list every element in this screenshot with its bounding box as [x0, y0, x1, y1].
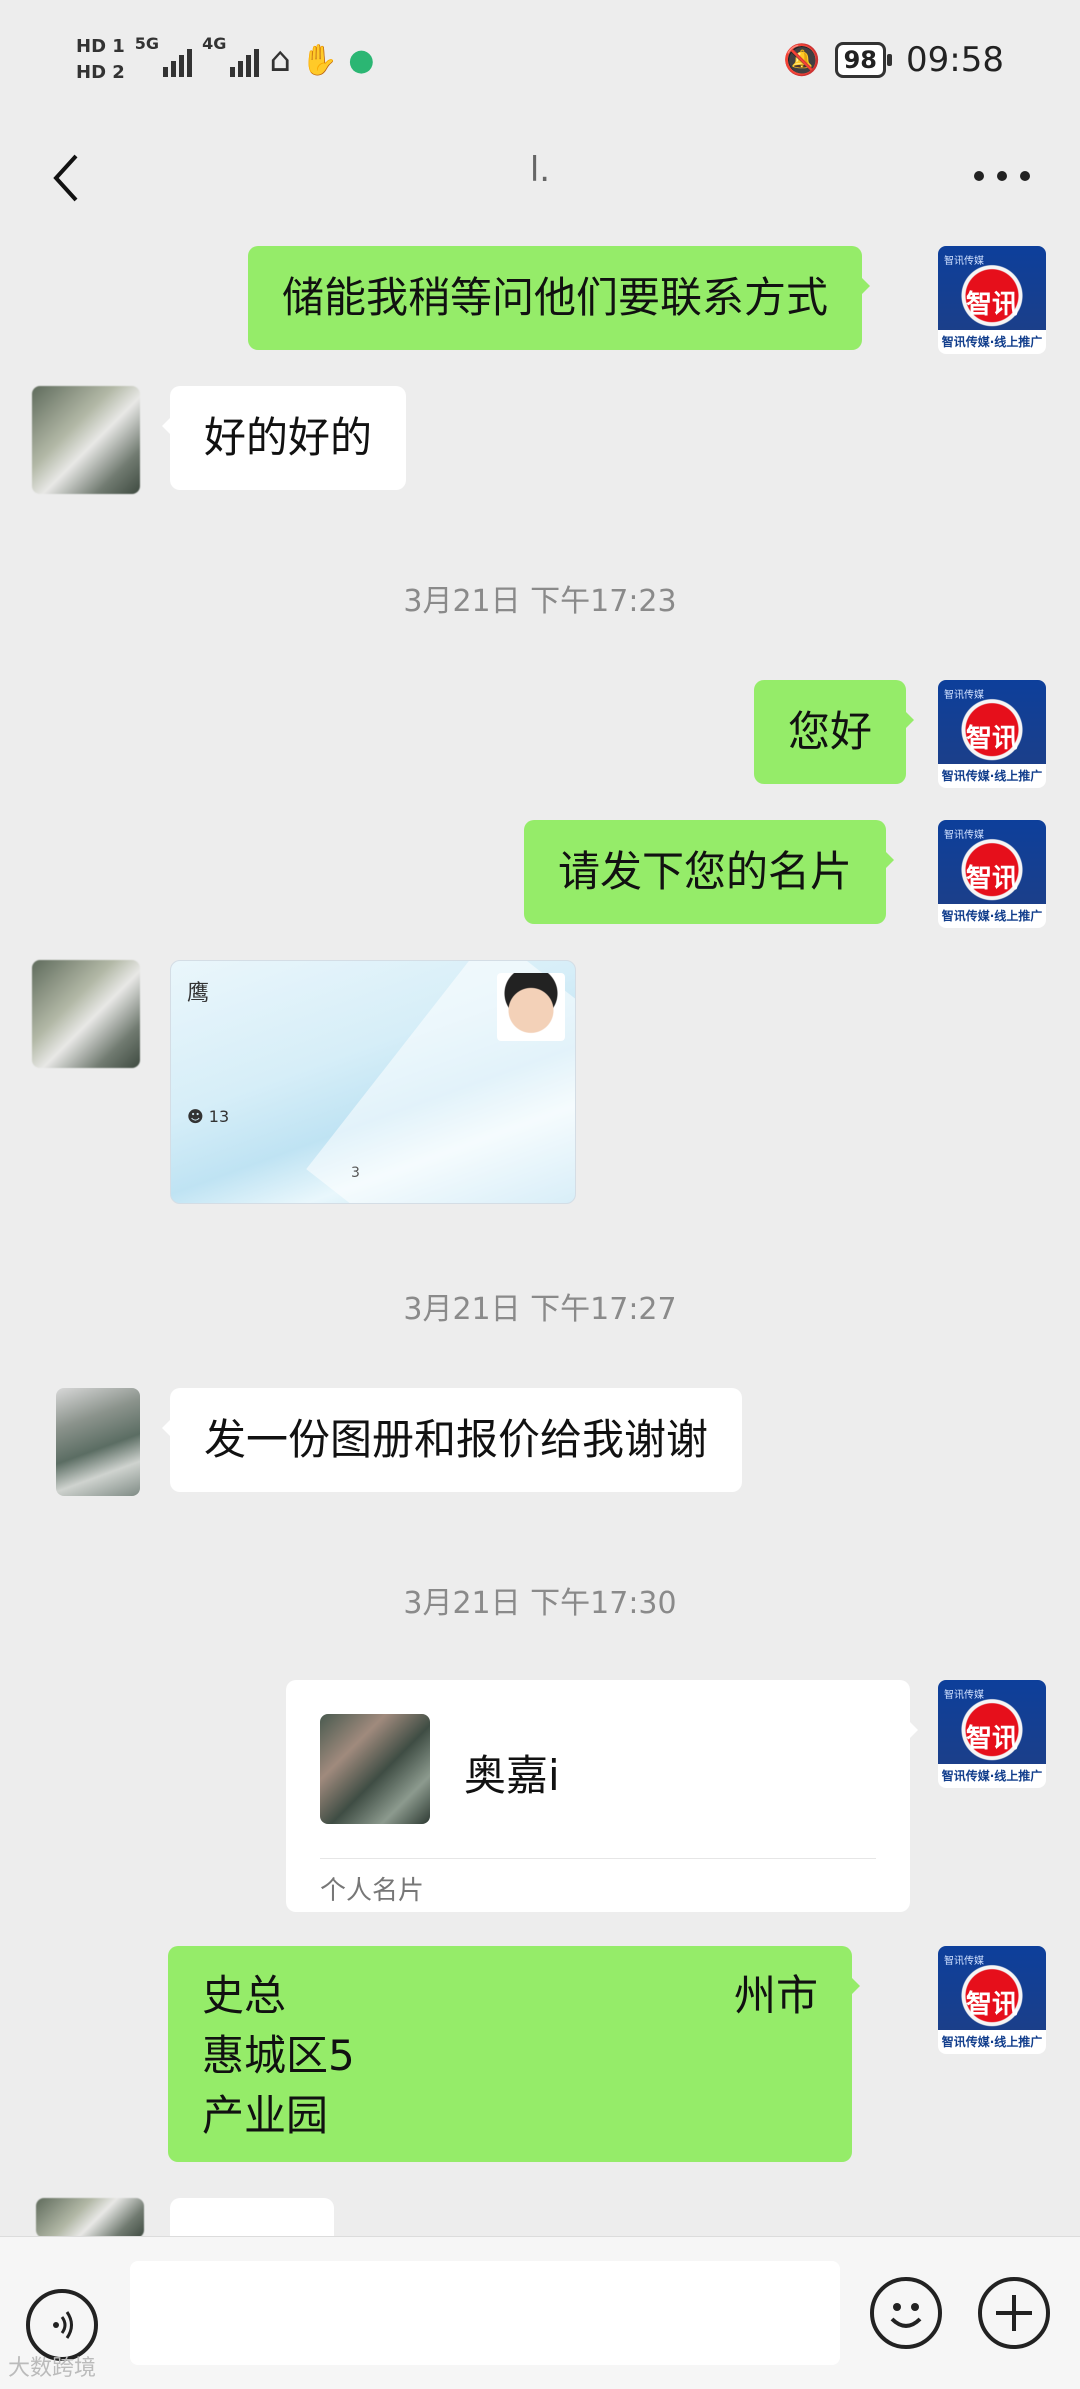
clock: 09:58 — [906, 40, 1004, 80]
avatar-top-text: 智讯传媒 — [944, 690, 984, 701]
avatar-top-text: 智讯传媒 — [944, 830, 984, 841]
message-bubble-other[interactable]: 发一份图册和报价给我谢谢 — [161, 1388, 743, 1492]
chat-title: l. — [529, 150, 551, 190]
avatar-tag-text: 智讯传媒·线上推广 — [941, 909, 1043, 923]
chevron-left-icon[interactable] — [42, 138, 92, 218]
watermark: 大数跨境 — [8, 2356, 97, 2381]
avatar-me[interactable]: 智讯传媒 智讯 智讯传媒·线上推广 — [938, 1946, 1046, 2054]
timestamp: 3月21日 下午17:30 — [403, 1586, 677, 1621]
avatar-me[interactable]: 智讯传媒 智讯 智讯传媒·线上推广 — [938, 820, 1046, 928]
hd1-label: HD 1 — [76, 36, 125, 57]
avatar-brand-text: 智讯 — [965, 1724, 1018, 1754]
business-card-image[interactable]: 鹰 ☻ 13 3 — [170, 960, 576, 1204]
avatar-brand-text: 智讯 — [965, 724, 1018, 754]
avatar-me[interactable]: 智讯传媒 智讯 智讯传媒·线上推广 — [938, 246, 1046, 354]
message-input[interactable] — [130, 2261, 840, 2365]
avatar-other[interactable] — [32, 960, 140, 1068]
address-line-3: 产业园 — [202, 2091, 329, 2140]
address-line-1-right: 州市 — [733, 1971, 818, 2020]
avatar-brand-text: 智讯 — [965, 290, 1018, 320]
hd-indicator: HD 1 HD 2 — [76, 34, 125, 86]
card-text-extra: 3 — [351, 1165, 360, 1181]
contact-card[interactable]: 奥嘉i 个人名片 — [286, 1680, 918, 1912]
card-text-logo: 鹰 — [187, 981, 210, 1006]
avatar-tag-text: 智讯传媒·线上推广 — [941, 2035, 1043, 2049]
app-icon: ● — [348, 42, 375, 78]
avatar-top-text: 智讯传媒 — [944, 1956, 984, 1967]
mute-bell-icon: 🔕 — [783, 42, 821, 78]
avatar-me[interactable]: 智讯传媒 智讯 智讯传媒·线上推广 — [938, 680, 1046, 788]
avatar-tag-text: 智讯传媒·线上推广 — [941, 1769, 1043, 1783]
address-line-1: 史总 — [202, 1971, 287, 2020]
message-bubble-me[interactable]: 请发下您的名片 — [524, 820, 895, 924]
avatar-other[interactable] — [56, 1388, 140, 1496]
hd2-label: HD 2 — [76, 62, 125, 83]
message-bubble-me[interactable]: 储能我稍等问他们要联系方式 — [248, 246, 871, 350]
battery-icon: 98 — [834, 42, 893, 78]
timestamp: 3月21日 下午17:27 — [403, 1292, 677, 1327]
contact-name: 奥嘉i — [464, 1751, 560, 1800]
input-bar — [0, 2236, 1080, 2389]
avatar-tag-text: 智讯传媒·线上推广 — [941, 335, 1043, 349]
plus-icon[interactable] — [978, 2277, 1050, 2349]
emoji-icon[interactable] — [870, 2277, 942, 2349]
avatar-top-text: 智讯传媒 — [944, 256, 984, 267]
contact-avatar — [320, 1714, 430, 1824]
status-bar: HD 1 HD 2 5G 4G ⌂ ✋ ● 🔕 98 09:58 — [0, 0, 1080, 128]
chat-header: l. — [0, 128, 1080, 230]
avatar-other[interactable] — [36, 2198, 144, 2238]
status-left: HD 1 HD 2 5G 4G ⌂ ✋ ● — [76, 34, 374, 86]
net1-label: 5G — [134, 34, 160, 53]
avatar-top-text: 智讯传媒 — [944, 1690, 984, 1701]
status-right: 🔕 98 09:58 — [783, 40, 1004, 80]
card-portrait — [497, 973, 565, 1041]
message-bubble-address[interactable]: 史总 州市 惠城区5 产业园 — [168, 1946, 860, 2162]
avatar-other[interactable] — [32, 386, 140, 494]
avatar-brand-text: 智讯 — [965, 864, 1018, 894]
message-bubble-other[interactable]: 好的好的 — [161, 386, 407, 490]
card-text-phone: ☻ 13 — [187, 1107, 230, 1126]
divider — [320, 1858, 876, 1859]
avatar-me[interactable]: 智讯传媒 智讯 智讯传媒·线上推广 — [938, 1680, 1046, 1788]
contact-card-type: 个人名片 — [320, 1876, 425, 1906]
avatar-brand-text: 智讯 — [965, 1990, 1018, 2020]
more-dots-icon[interactable] — [974, 166, 1030, 186]
signal-icon — [230, 43, 260, 77]
timestamp: 3月21日 下午17:23 — [403, 584, 677, 619]
avatar-tag-text: 智讯传媒·线上推广 — [941, 769, 1043, 783]
hand-icon: ✋ — [300, 42, 339, 78]
wifi-icon: ⌂ — [269, 40, 291, 80]
address-line-2: 惠城区5 — [202, 2031, 355, 2080]
signal-icon — [163, 43, 193, 77]
message-bubble-me[interactable]: 您好 — [754, 680, 915, 784]
net2-label: 4G — [202, 34, 227, 53]
